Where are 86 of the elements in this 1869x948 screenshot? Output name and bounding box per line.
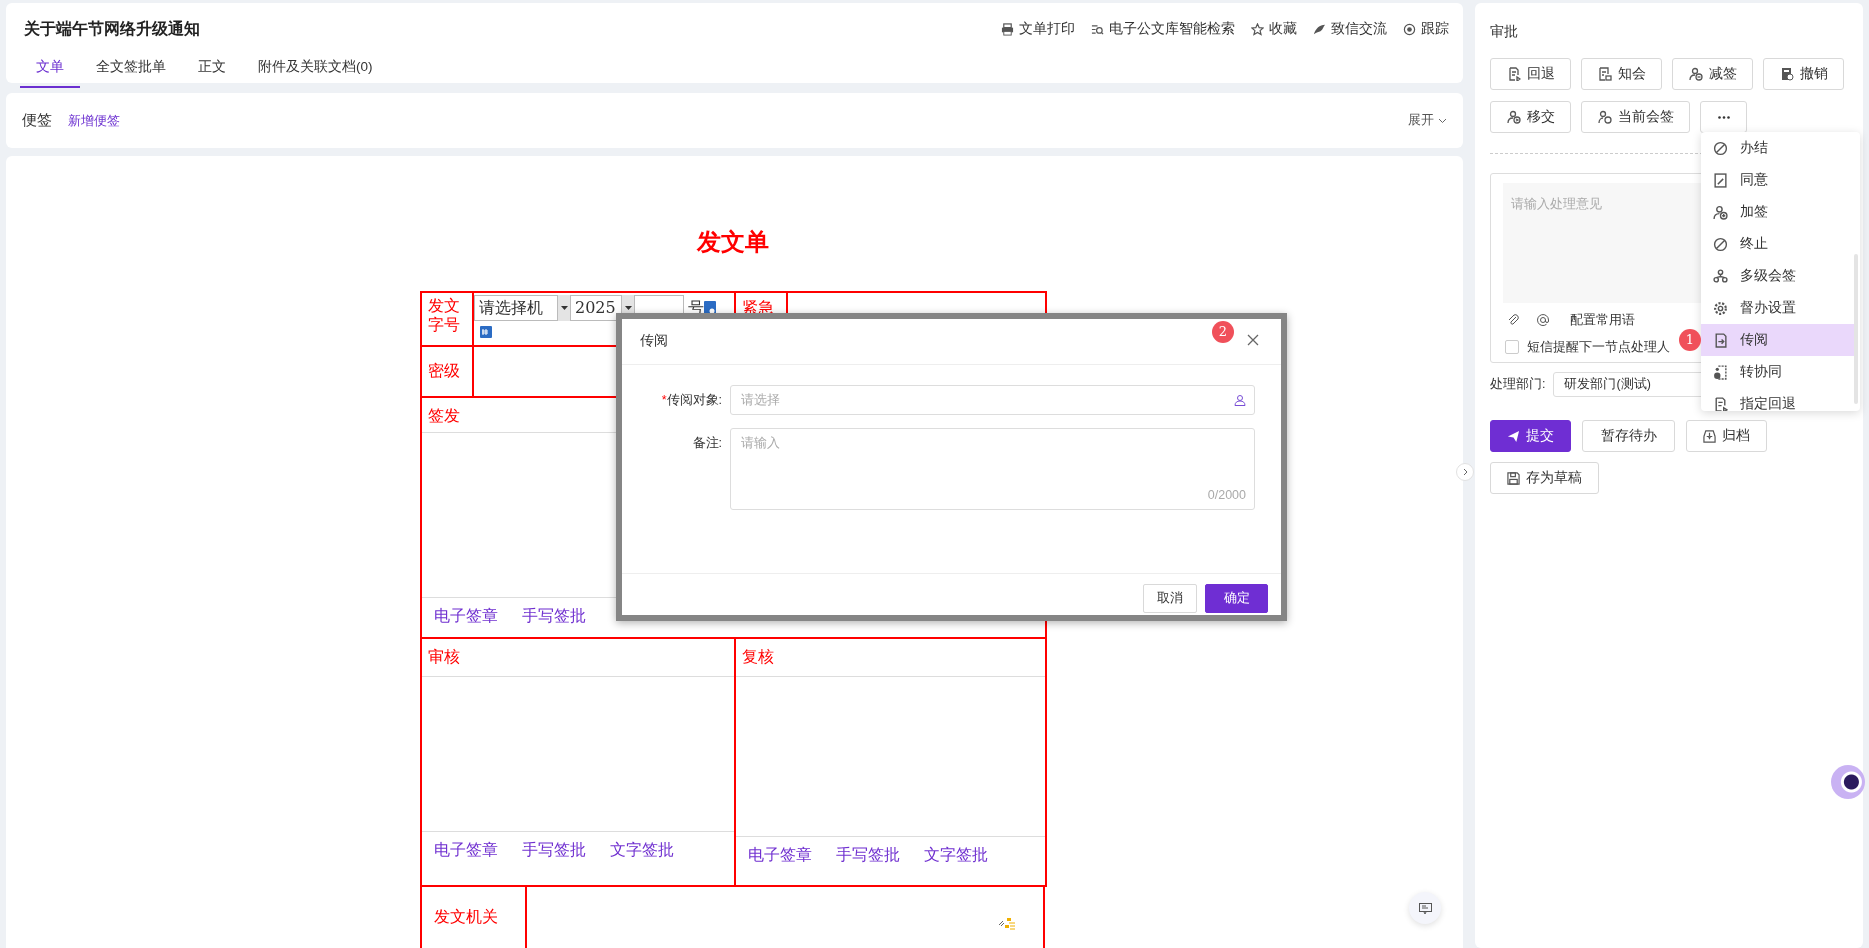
submit-button[interactable]: 提交 (1490, 420, 1571, 452)
paperclip-icon (1507, 313, 1520, 328)
expand-toggle[interactable]: 展开 (1408, 111, 1447, 130)
search-icon (1091, 22, 1104, 36)
org-chart-icon (999, 917, 1015, 931)
ban-icon (1713, 140, 1728, 156)
signature-link[interactable]: 手写签批 (522, 838, 586, 862)
at-icon (1536, 313, 1550, 328)
message-icon (1418, 902, 1432, 914)
toolbar-link[interactable]: 电子公文库智能检索 (1091, 18, 1235, 40)
signature-link[interactable]: 电子签章 (434, 838, 498, 862)
document-icon (1597, 67, 1612, 81)
common-phrases-link[interactable]: 配置常用语 (1570, 311, 1635, 330)
tab[interactable]: 全文签批单 (80, 49, 182, 89)
action-button[interactable]: 移交 (1490, 101, 1571, 133)
document-title: 关于端午节网络升级通知 (23, 19, 200, 39)
target-icon (1403, 22, 1416, 36)
signature-link[interactable]: 文字签批 (610, 838, 674, 862)
star-icon (1251, 22, 1264, 36)
caret-down-icon (624, 306, 632, 310)
chevron-down-icon (1438, 117, 1447, 124)
users-icon (1597, 110, 1612, 124)
toolbar-link[interactable]: 致信交流 (1313, 18, 1387, 40)
document-edit-icon (1713, 172, 1728, 188)
action-button[interactable]: 归档 (1686, 420, 1767, 452)
add-note-link[interactable]: 新增便签 (68, 110, 120, 131)
step-badge: 2 (1212, 321, 1234, 343)
form-label: 发文字号 (427, 295, 461, 335)
document-arrow-icon (1713, 332, 1728, 348)
notes-title: 便签 (22, 110, 52, 131)
confirm-button[interactable]: 确定 (1205, 584, 1268, 613)
field-label: 处理部门: (1490, 376, 1546, 394)
ban-icon (1713, 236, 1728, 252)
signature-link[interactable]: 手写签批 (522, 604, 586, 628)
chevron-right-icon (1462, 468, 1468, 476)
settings-icon (1713, 300, 1728, 316)
action-button[interactable]: 撤销 (1763, 58, 1844, 90)
action-button[interactable]: 减签 (1672, 58, 1753, 90)
document-arrow-icon (1713, 396, 1728, 411)
form-label: 复核 (736, 639, 1045, 677)
document-icon (1713, 364, 1728, 380)
character-counter: 0/2000 (1207, 487, 1246, 505)
form-label: 发文机关 (433, 906, 499, 928)
user-icon (1506, 110, 1521, 124)
menu-item[interactable]: 办结 (1701, 132, 1854, 164)
dialog-title: 传阅 (640, 332, 668, 351)
printer-icon (1001, 22, 1014, 36)
signature-link[interactable]: 电子签章 (434, 604, 498, 628)
document-icon (1779, 67, 1794, 81)
action-button[interactable]: 暂存待办 (1582, 420, 1675, 452)
user-icon (1234, 394, 1246, 406)
signature-link[interactable]: 手写签批 (836, 843, 900, 867)
signature-link[interactable]: 文字签批 (924, 843, 988, 867)
signature-link[interactable]: 电子签章 (748, 843, 812, 867)
cancel-button[interactable]: 取消 (1143, 584, 1197, 613)
action-button[interactable]: 回退 (1490, 58, 1571, 90)
form-label: 审核 (422, 639, 734, 677)
document-arrow-icon (1506, 67, 1521, 81)
tab[interactable]: 文单 (20, 49, 80, 89)
field-label: 备注: (692, 435, 722, 452)
action-button[interactable]: 当前会签 (1581, 101, 1690, 133)
caret-down-icon (560, 306, 568, 310)
toolbar-link[interactable]: 文单打印 (1001, 18, 1075, 40)
toolbar-link[interactable]: 收藏 (1251, 18, 1297, 40)
send-icon (1507, 429, 1520, 443)
more-icon (1717, 115, 1730, 119)
panel-title: 审批 (1490, 22, 1519, 41)
save-icon (1507, 471, 1520, 485)
tab[interactable]: 正文 (182, 49, 242, 89)
action-button[interactable]: 存为草稿 (1490, 462, 1599, 494)
toolbar-link[interactable]: 跟踪 (1403, 18, 1449, 40)
checkbox-label: 短信提醒下一节点处理人 (1527, 338, 1670, 356)
tab[interactable]: 附件及关联文档(0) (242, 49, 389, 89)
year-select[interactable]: 2025 (570, 295, 622, 321)
close-icon (1247, 333, 1259, 346)
users-icon (1713, 268, 1728, 284)
feedback-button[interactable] (1409, 892, 1441, 924)
action-button[interactable]: 知会 (1581, 58, 1662, 90)
checkbox[interactable] (1505, 340, 1519, 355)
org-select[interactable]: 请选择机 (474, 295, 558, 321)
archive-icon (1703, 429, 1716, 443)
form-title: 发文单 (695, 227, 770, 258)
user-icon (1688, 67, 1703, 81)
user-icon (1713, 204, 1728, 220)
menu-item[interactable]: 传阅 (1701, 324, 1854, 356)
form-label: 密级 (427, 360, 461, 382)
